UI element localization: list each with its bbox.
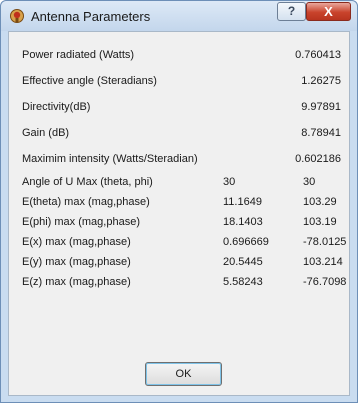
ok-button[interactable]: OK <box>145 362 222 386</box>
param-value: 0.602186 <box>295 153 341 165</box>
param-label: E(theta) max (mag,phase) <box>22 196 150 208</box>
summary-row: Power radiated (Watts) 0.760413 <box>9 46 349 64</box>
antenna-parameters-dialog: Antenna Parameters ? X Power radiated (W… <box>0 0 358 403</box>
param-label: E(z) max (mag,phase) <box>22 276 131 288</box>
detail-row: E(theta) max (mag,phase) 11.1649 103.29 <box>9 193 349 211</box>
help-button[interactable]: ? <box>277 2 306 21</box>
dialog-title: Antenna Parameters <box>31 9 151 24</box>
param-label: Power radiated (Watts) <box>22 49 135 61</box>
param-value: 9.97891 <box>301 101 341 113</box>
param-value-1: 0.696669 <box>223 236 269 248</box>
param-label: Gain (dB) <box>22 127 70 139</box>
param-value-1: 18.1403 <box>223 216 263 228</box>
param-value-1: 20.5445 <box>223 256 263 268</box>
title-bar[interactable]: Antenna Parameters ? X <box>1 1 357 31</box>
param-value: 1.26275 <box>301 75 341 87</box>
param-value-1: 5.58243 <box>223 276 263 288</box>
param-value: 0.760413 <box>295 49 341 61</box>
param-value: 8.78941 <box>301 127 341 139</box>
param-label: Effective angle (Steradians) <box>22 75 157 87</box>
dialog-content: Power radiated (Watts) 0.760413 Effectiv… <box>8 31 350 396</box>
param-label: E(y) max (mag,phase) <box>22 256 131 268</box>
summary-row: Effective angle (Steradians) 1.26275 <box>9 72 349 90</box>
param-value-2: -78.0125 <box>303 236 347 248</box>
detail-row: E(y) max (mag,phase) 20.5445 103.214 <box>9 253 349 271</box>
param-label: E(phi) max (mag,phase) <box>22 216 140 228</box>
param-value-2: 103.19 <box>303 216 337 228</box>
param-value-2: 103.214 <box>303 256 343 268</box>
close-button[interactable]: X <box>306 2 351 21</box>
detail-row: E(z) max (mag,phase) 5.58243 -76.7098 <box>9 273 349 291</box>
summary-row: Gain (dB) 8.78941 <box>9 124 349 142</box>
param-value-1: 11.1649 <box>223 196 262 208</box>
param-value-1: 30 <box>223 176 236 188</box>
detail-row: E(x) max (mag,phase) 0.696669 -78.0125 <box>9 233 349 251</box>
summary-row: Directivity(dB) 9.97891 <box>9 98 349 116</box>
param-label: Maximim intensity (Watts/Steradian) <box>22 153 198 165</box>
detail-row: Angle of U Max (theta, phi) 30 30 <box>9 173 349 191</box>
param-label: Angle of U Max (theta, phi) <box>22 176 153 188</box>
param-value-2: 30 <box>303 176 316 188</box>
param-label: Directivity(dB) <box>22 101 91 113</box>
detail-row: E(phi) max (mag,phase) 18.1403 103.19 <box>9 213 349 231</box>
param-value-2: 103.29 <box>303 196 337 208</box>
param-label: E(x) max (mag,phase) <box>22 236 131 248</box>
summary-row: Maximim intensity (Watts/Steradian) 0.60… <box>9 150 349 168</box>
param-value-2: -76.7098 <box>303 276 347 288</box>
app-icon <box>10 9 24 23</box>
